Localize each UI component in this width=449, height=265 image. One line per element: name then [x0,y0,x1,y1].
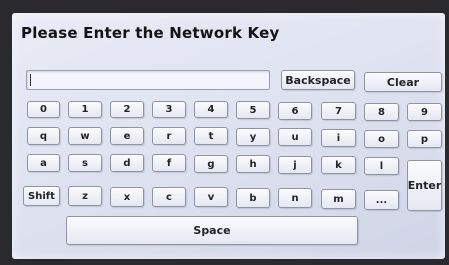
key-b[interactable]: b [236,188,270,208]
key-u[interactable]: u [278,128,312,146]
key-o[interactable]: o [364,130,399,148]
key-a[interactable]: a [27,154,60,172]
key-j[interactable]: j [278,156,312,174]
key-6[interactable]: 6 [278,102,312,120]
key-w[interactable]: w [68,127,102,145]
key-p[interactable]: p [407,130,442,148]
key-v[interactable]: v [194,187,228,207]
key-y[interactable]: y [236,128,270,146]
key-n[interactable]: n [278,188,312,208]
key-h[interactable]: h [236,155,270,173]
enter-button[interactable]: Enter [407,160,442,211]
key-l[interactable]: l [364,157,399,175]
key-k[interactable]: k [321,156,356,174]
key-g[interactable]: g [194,155,228,173]
key-x[interactable]: x [110,187,144,207]
key-4[interactable]: 4 [194,101,228,118]
key-z[interactable]: z [68,186,102,206]
key-1[interactable]: 1 [68,101,102,118]
shift-button[interactable]: Shift [23,186,60,206]
key-5[interactable]: 5 [236,101,270,119]
more-symbols-button[interactable]: ... [364,190,399,210]
key-f[interactable]: f [152,154,186,172]
key-9[interactable]: 9 [407,103,442,121]
key-7[interactable]: 7 [321,102,356,120]
key-3[interactable]: 3 [152,101,186,118]
text-caret [30,74,31,86]
key-8[interactable]: 8 [364,103,399,121]
backspace-button[interactable]: Backspace [281,70,355,90]
key-0[interactable]: 0 [27,101,60,118]
network-key-input[interactable] [26,70,270,90]
key-s[interactable]: s [68,154,102,172]
key-c[interactable]: c [152,187,186,207]
key-q[interactable]: q [27,127,60,145]
space-button[interactable]: Space [66,216,358,245]
key-m[interactable]: m [321,189,356,209]
page-title: Please Enter the Network Key [21,24,280,42]
key-e[interactable]: e [110,127,144,145]
key-2[interactable]: 2 [110,101,144,118]
key-i[interactable]: i [321,129,356,147]
key-t[interactable]: t [194,127,228,145]
key-r[interactable]: r [152,127,186,145]
clear-button[interactable]: Clear [364,72,442,92]
key-d[interactable]: d [110,154,144,172]
